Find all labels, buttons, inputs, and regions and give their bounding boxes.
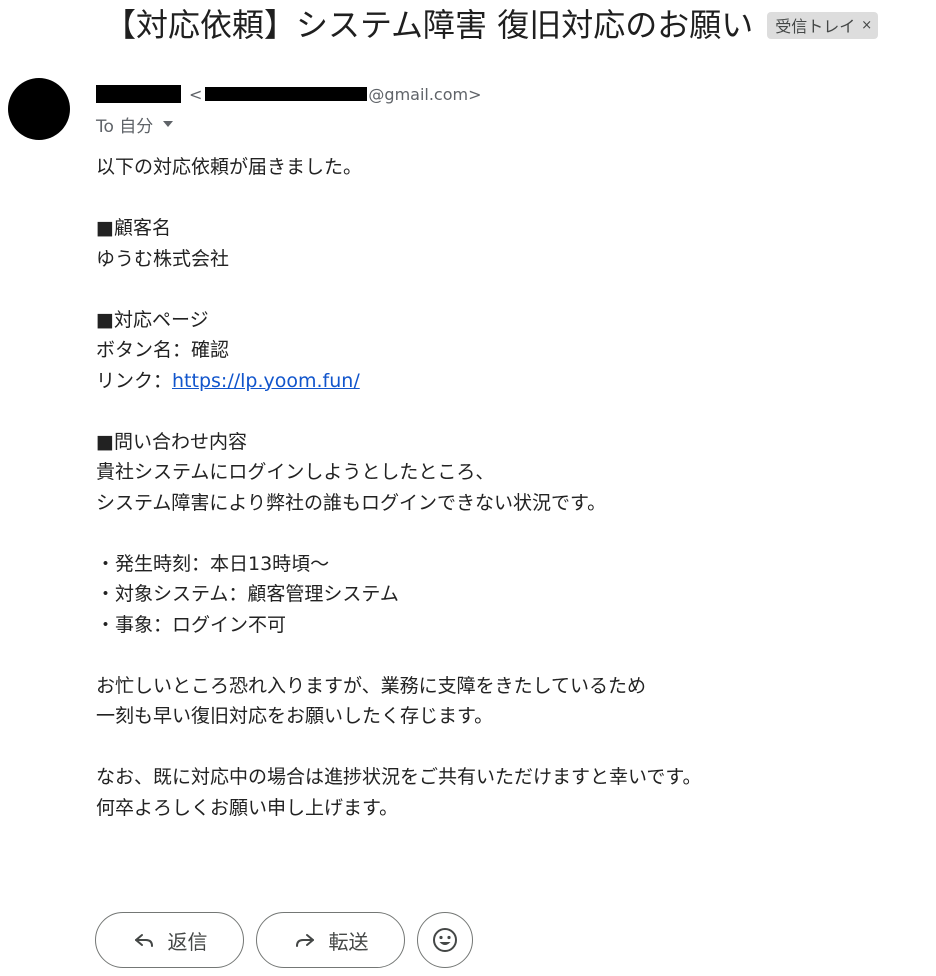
body-line: ・事象：ログイン不可 (96, 613, 287, 636)
body-line: ボタン名：確認 (96, 339, 230, 361)
subject-row: 【対応依頼】システム障害 復旧対応のお願い 受信トレイ × (104, 2, 879, 48)
reply-arrow-icon (134, 934, 153, 947)
body-line (96, 396, 916, 427)
body-line: ■問い合わせ内容 (96, 430, 247, 453)
forward-button[interactable]: 転送 (256, 912, 405, 968)
recipient-label: To 自分 (96, 116, 154, 137)
sender-avatar[interactable] (8, 78, 70, 140)
body-line: 貴社システムにログインしようとしたところ、 (96, 461, 495, 483)
body-line: ・対象システム：顧客管理システム (96, 583, 399, 605)
sender-email-open-bracket: < (189, 84, 203, 104)
forward-arrow-icon (295, 934, 314, 947)
message-actions: 返信 転送 (95, 912, 473, 968)
reply-button-label: 返信 (167, 929, 208, 954)
body-line: ゆうむ株式会社 (96, 247, 230, 270)
sender-email-domain: @gmail.com> (368, 84, 482, 104)
body-line (96, 640, 916, 671)
body-line (96, 183, 916, 214)
body-line: お忙しいところ恐れ入りますが、業務に支障をきたしているため (96, 674, 647, 697)
body-line: 一刻も早い復旧対応をお願いしたく存じます。 (96, 705, 494, 727)
body-line: ・発生時刻：本日13時頃〜 (96, 552, 330, 575)
body-line: なお、既に対応中の場合は進捗状況をご共有いただけますと幸いです。 (96, 766, 702, 788)
recipient-details-toggle[interactable]: To 自分 (96, 112, 174, 137)
body-link-line: リンク：https://lp.yoom.fun/ (96, 366, 916, 397)
body-link[interactable]: https://lp.yoom.fun/ (172, 370, 360, 392)
body-line (96, 518, 916, 549)
sender-line: < @gmail.com> (96, 82, 482, 106)
body-line: ■顧客名 (96, 217, 171, 239)
redacted-sender-name (96, 85, 181, 103)
body-line (96, 732, 916, 763)
caret-down-icon (163, 121, 174, 127)
forward-button-label: 転送 (328, 929, 369, 954)
label-chip-inbox[interactable]: 受信トレイ × (767, 11, 879, 39)
email-subject: 【対応依頼】システム障害 復旧対応のお願い (104, 6, 754, 44)
redacted-sender-email (205, 87, 368, 101)
body-line: 以下の対応依頼が届きました。 (96, 156, 363, 178)
body-line (96, 274, 916, 305)
emoji-smile-icon (433, 928, 457, 952)
body-line: ■対応ページ (96, 308, 209, 331)
email-body: 以下の対応依頼が届きました。 ■顧客名 ゆうむ株式会社 ■対応ページ ボタン名：… (96, 152, 916, 823)
emoji-reaction-button[interactable] (417, 912, 473, 968)
remove-label-icon[interactable]: × (861, 18, 872, 33)
body-line: システム障害により弊社の誰もログインできない状況です。 (96, 491, 607, 514)
body-line: 何卒よろしくお願い申し上げます。 (96, 796, 399, 819)
link-prefix: リンク： (96, 369, 173, 392)
reply-button[interactable]: 返信 (95, 912, 244, 968)
label-chip-text: 受信トレイ (775, 17, 856, 36)
